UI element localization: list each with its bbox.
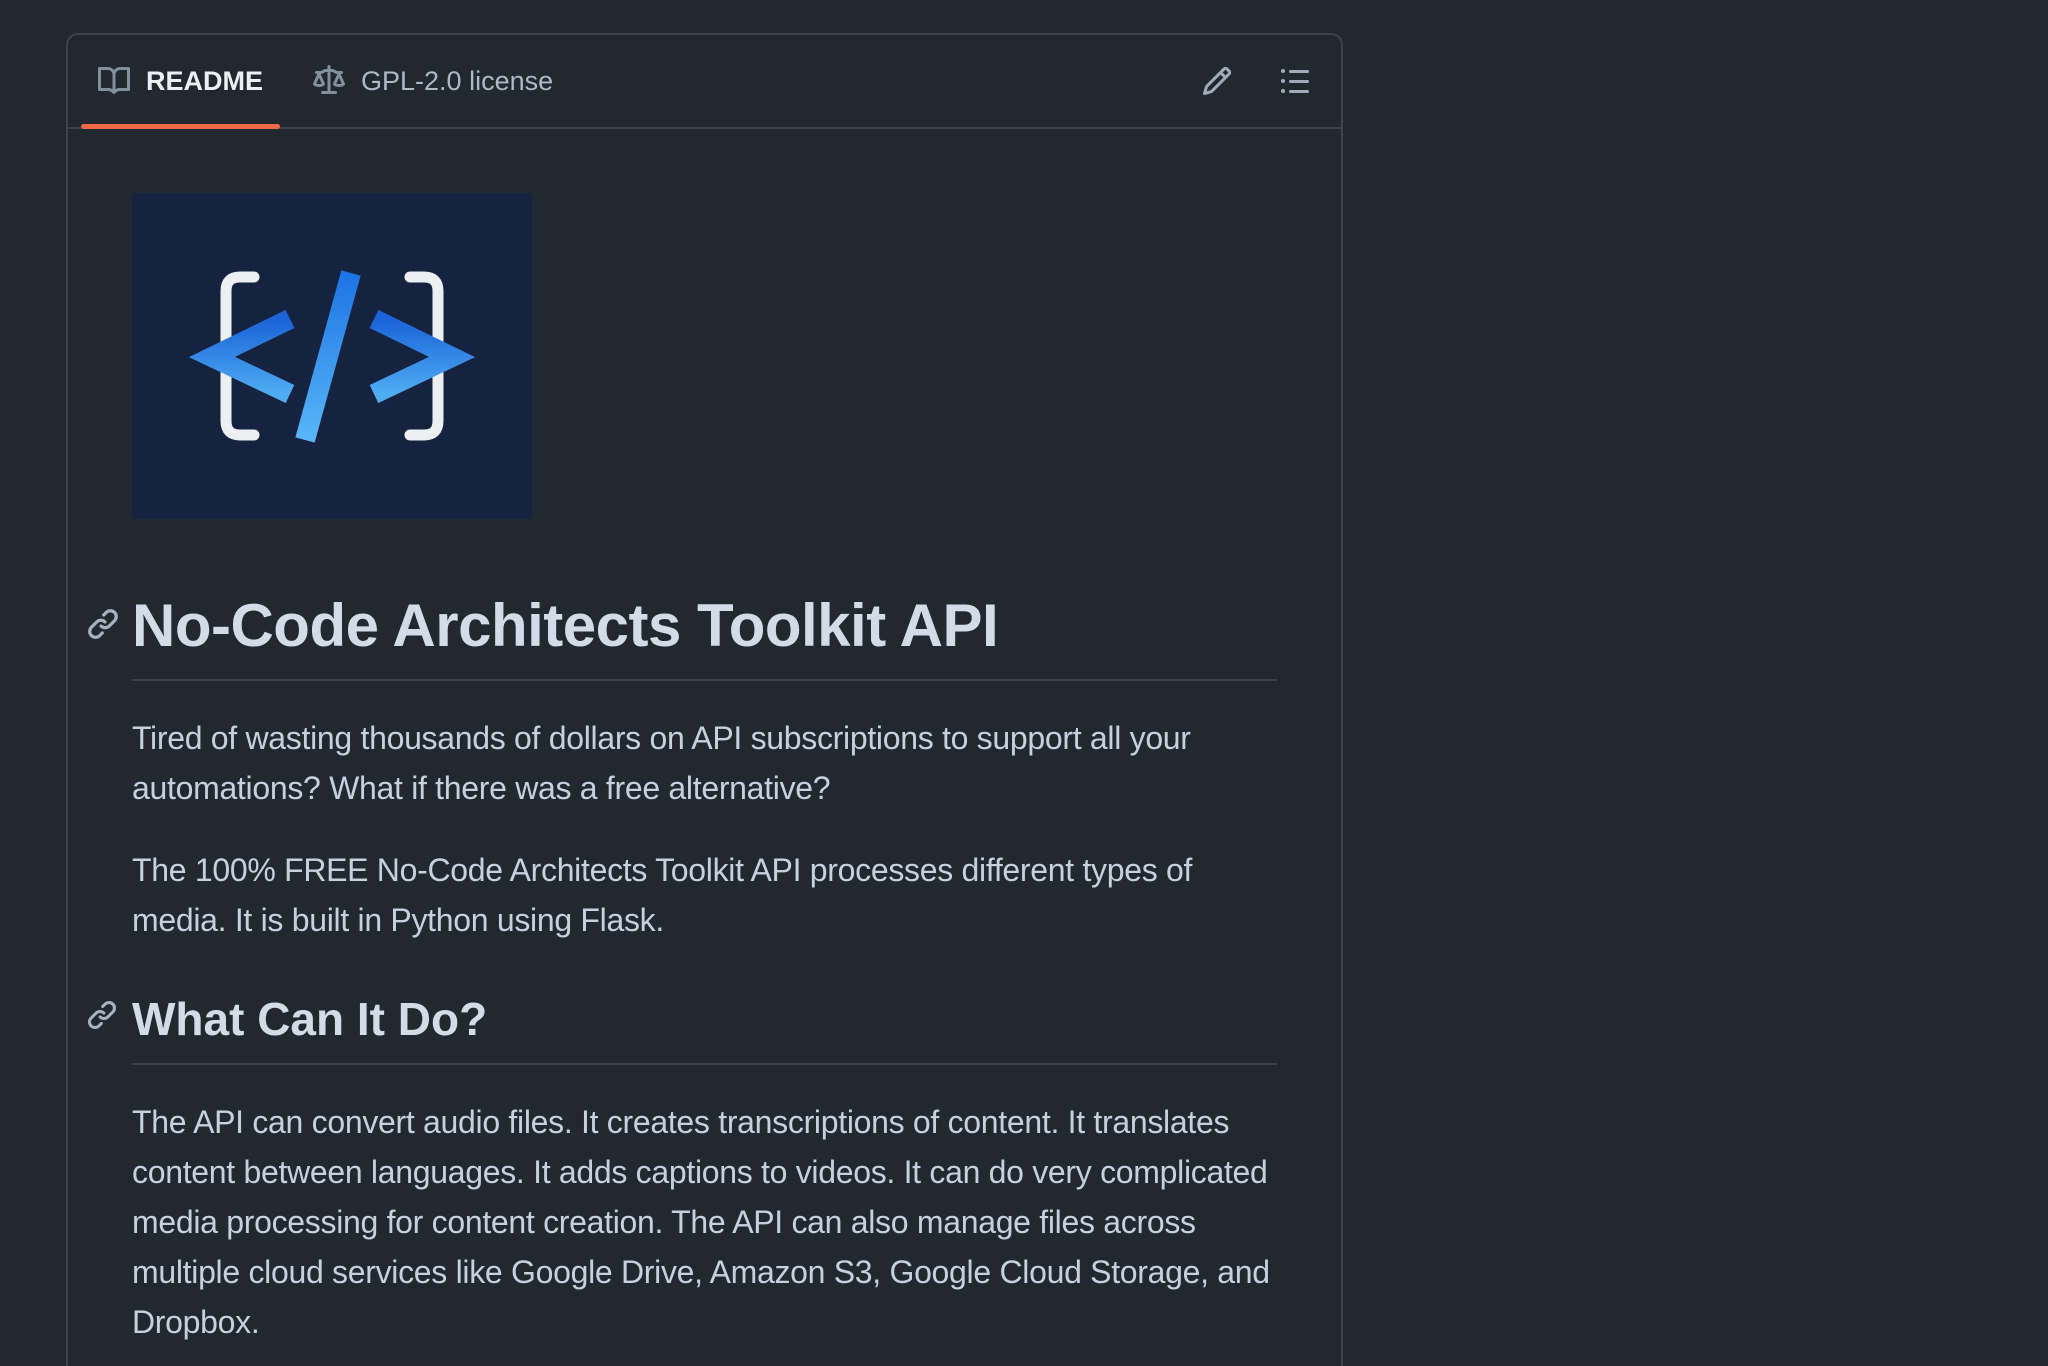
tab-license[interactable]: GPL-2.0 license	[296, 35, 570, 127]
outline-button[interactable]	[1263, 49, 1327, 113]
tabbar-actions	[1185, 35, 1327, 127]
h1-anchor-link[interactable]	[86, 607, 120, 641]
list-unordered-icon	[1279, 65, 1311, 97]
readme-content: No-Code Architects Toolkit API Tired of …	[68, 129, 1341, 1366]
readme-paragraph-free: The 100% FREE No-Code Architects Toolkit…	[132, 845, 1277, 945]
pencil-icon	[1201, 65, 1233, 97]
readme-heading-2: What Can It Do?	[132, 991, 1277, 1065]
law-icon	[313, 65, 345, 97]
page: README GPL-2.0 license	[0, 0, 2048, 1366]
readme-heading-1: No-Code Architects Toolkit API	[132, 593, 1277, 681]
readme-tabbar: README GPL-2.0 license	[68, 35, 1341, 129]
active-tab-underline	[81, 124, 280, 129]
project-logo	[132, 193, 532, 519]
link-icon	[86, 607, 120, 641]
edit-readme-button[interactable]	[1185, 49, 1249, 113]
tab-license-label: GPL-2.0 license	[361, 66, 553, 97]
link-icon	[86, 999, 118, 1031]
readme-paragraph-intro: Tired of wasting thousands of dollars on…	[132, 713, 1277, 813]
tab-readme-label: README	[146, 66, 263, 97]
book-icon	[98, 65, 130, 97]
readme-heading-2-text: What Can It Do?	[132, 993, 487, 1045]
h2-anchor-link[interactable]	[86, 999, 118, 1031]
readme-heading-1-text: No-Code Architects Toolkit API	[132, 592, 998, 659]
tab-readme[interactable]: README	[81, 35, 280, 127]
readme-paragraph-capabilities: The API can convert audio files. It crea…	[132, 1097, 1277, 1347]
readme-panel: README GPL-2.0 license	[66, 33, 1343, 1366]
